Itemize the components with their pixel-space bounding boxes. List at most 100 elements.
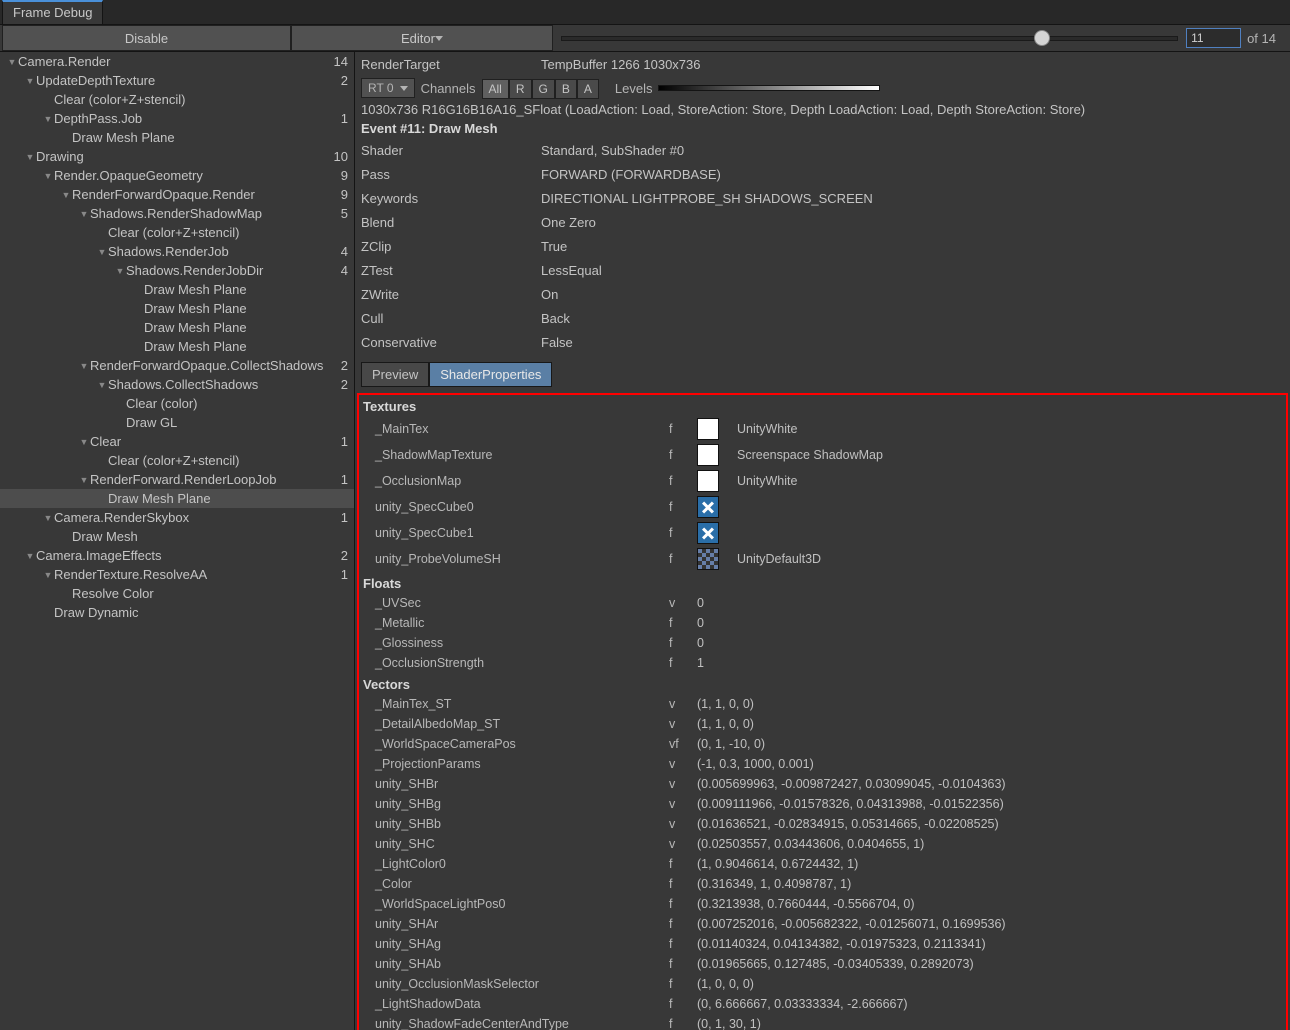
- channel-button-all[interactable]: All: [482, 79, 509, 99]
- editor-dropdown[interactable]: Editor: [291, 25, 553, 51]
- tree-row[interactable]: ▼Shadows.RenderShadowMap5: [0, 204, 354, 223]
- tree-row[interactable]: Draw Mesh Plane: [0, 128, 354, 147]
- tree-row[interactable]: Clear (color): [0, 394, 354, 413]
- tree-row[interactable]: ▼Render.OpaqueGeometry9: [0, 166, 354, 185]
- fold-icon[interactable]: ▼: [78, 361, 90, 371]
- property-type: f: [669, 957, 697, 971]
- tree-row[interactable]: ▼Camera.Render14: [0, 52, 354, 71]
- tree-row[interactable]: ▼UpdateDepthTexture2: [0, 71, 354, 90]
- property-value: 0: [697, 596, 1286, 610]
- texture-swatch[interactable]: [697, 470, 737, 492]
- channel-button-a[interactable]: A: [577, 79, 599, 99]
- swatch-icon: [697, 470, 719, 492]
- tree-row[interactable]: ▼Drawing10: [0, 147, 354, 166]
- tree-row-count: 10: [328, 149, 348, 164]
- tree-row[interactable]: Draw Mesh Plane: [0, 337, 354, 356]
- property-name: _DetailAlbedoMap_ST: [375, 717, 669, 731]
- channel-button-g[interactable]: G: [532, 79, 555, 99]
- property-row: unity_SpecCube1f: [359, 520, 1286, 546]
- tree-row-count: 1: [328, 434, 348, 449]
- texture-swatch[interactable]: [697, 444, 737, 466]
- rt-dropdown[interactable]: RT 0: [361, 78, 415, 98]
- tree-row[interactable]: Draw Mesh Plane: [0, 299, 354, 318]
- detail-value: On: [541, 287, 558, 302]
- vectors-header: Vectors: [359, 673, 1286, 694]
- fold-icon[interactable]: ▼: [6, 57, 18, 67]
- tree-row[interactable]: Draw Mesh: [0, 527, 354, 546]
- fold-icon[interactable]: ▼: [42, 171, 54, 181]
- swatch-icon: [697, 496, 719, 518]
- fold-icon[interactable]: ▼: [42, 513, 54, 523]
- property-name: _Color: [375, 877, 669, 891]
- property-row: _Colorf(0.316349, 1, 0.4098787, 1): [359, 874, 1286, 894]
- property-row: _ProjectionParamsv(-1, 0.3, 1000, 0.001): [359, 754, 1286, 774]
- event-index-input[interactable]: [1186, 28, 1241, 48]
- texture-swatch[interactable]: [697, 496, 737, 518]
- channel-button-b[interactable]: B: [555, 79, 577, 99]
- tree-row[interactable]: Draw Mesh Plane: [0, 318, 354, 337]
- tree-row[interactable]: ▼Shadows.RenderJob4: [0, 242, 354, 261]
- property-row: _UVSecv0: [359, 593, 1286, 613]
- tree-row[interactable]: ▼RenderTexture.ResolveAA1: [0, 565, 354, 584]
- slider-thumb[interactable]: [1034, 30, 1050, 46]
- tree-row[interactable]: Clear (color+Z+stencil): [0, 223, 354, 242]
- tree-row-label: Shadows.CollectShadows: [108, 377, 328, 392]
- tree-row[interactable]: ▼RenderForwardOpaque.CollectShadows2: [0, 356, 354, 375]
- fold-icon[interactable]: ▼: [42, 114, 54, 124]
- fold-icon[interactable]: ▼: [114, 266, 126, 276]
- tree-row[interactable]: ▼DepthPass.Job1: [0, 109, 354, 128]
- tree-row[interactable]: Resolve Color: [0, 584, 354, 603]
- property-value: (0.009111966, -0.01578326, 0.04313988, -…: [697, 797, 1286, 811]
- tree-row[interactable]: Clear (color+Z+stencil): [0, 451, 354, 470]
- texture-swatch[interactable]: [697, 522, 737, 544]
- tab-frame-debug[interactable]: Frame Debug: [2, 0, 103, 24]
- tree-row[interactable]: ▼RenderForward.RenderLoopJob1: [0, 470, 354, 489]
- tree-row[interactable]: Draw Mesh Plane: [0, 489, 354, 508]
- fold-icon[interactable]: ▼: [78, 437, 90, 447]
- detail-value: One Zero: [541, 215, 596, 230]
- tree-row[interactable]: ▼Camera.RenderSkybox1: [0, 508, 354, 527]
- fold-icon[interactable]: ▼: [24, 152, 36, 162]
- levels-slider[interactable]: [658, 85, 880, 91]
- tree-row[interactable]: Draw GL: [0, 413, 354, 432]
- property-value: (0, 1, 30, 1): [697, 1017, 1286, 1030]
- tree-row-count: 1: [328, 111, 348, 126]
- tab-preview[interactable]: Preview: [361, 362, 429, 387]
- fold-icon[interactable]: ▼: [60, 190, 72, 200]
- tree-row[interactable]: ▼RenderForwardOpaque.Render9: [0, 185, 354, 204]
- tree-row-label: Draw Dynamic: [54, 605, 328, 620]
- tree-row[interactable]: ▼Clear1: [0, 432, 354, 451]
- tree-row-count: 2: [328, 358, 348, 373]
- tree-row[interactable]: ▼Shadows.RenderJobDir4: [0, 261, 354, 280]
- tree-row[interactable]: Clear (color+Z+stencil): [0, 90, 354, 109]
- property-row: _WorldSpaceLightPos0f(0.3213938, 0.76604…: [359, 894, 1286, 914]
- tab-shader-properties[interactable]: ShaderProperties: [429, 362, 552, 387]
- property-name: _Glossiness: [375, 636, 669, 650]
- property-row: unity_SpecCube0f: [359, 494, 1286, 520]
- fold-icon[interactable]: ▼: [78, 475, 90, 485]
- detail-key: Shader: [361, 143, 541, 158]
- fold-icon[interactable]: ▼: [96, 380, 108, 390]
- fold-icon[interactable]: ▼: [24, 551, 36, 561]
- fold-icon[interactable]: ▼: [24, 76, 36, 86]
- property-value: UnityWhite: [737, 474, 1286, 488]
- texture-swatch[interactable]: [697, 418, 737, 440]
- tree-row[interactable]: Draw Dynamic: [0, 603, 354, 622]
- property-type: f: [669, 526, 697, 540]
- channel-button-r[interactable]: R: [509, 79, 532, 99]
- property-value: (0.01140324, 0.04134382, -0.01975323, 0.…: [697, 937, 1286, 951]
- property-name: _MainTex_ST: [375, 697, 669, 711]
- property-name: unity_SHBb: [375, 817, 669, 831]
- property-row: _WorldSpaceCameraPosvf(0, 1, -10, 0): [359, 734, 1286, 754]
- texture-swatch[interactable]: [697, 548, 737, 570]
- event-slider[interactable]: [561, 36, 1178, 41]
- disable-button[interactable]: Disable: [2, 25, 291, 51]
- event-total-label: of 14: [1247, 31, 1276, 46]
- tree-row[interactable]: ▼Shadows.CollectShadows2: [0, 375, 354, 394]
- tree-row[interactable]: ▼Camera.ImageEffects2: [0, 546, 354, 565]
- tree-row[interactable]: Draw Mesh Plane: [0, 280, 354, 299]
- fold-icon[interactable]: ▼: [96, 247, 108, 257]
- fold-icon[interactable]: ▼: [78, 209, 90, 219]
- fold-icon[interactable]: ▼: [42, 570, 54, 580]
- event-tree[interactable]: ▼Camera.Render14▼UpdateDepthTexture2Clea…: [0, 52, 355, 1030]
